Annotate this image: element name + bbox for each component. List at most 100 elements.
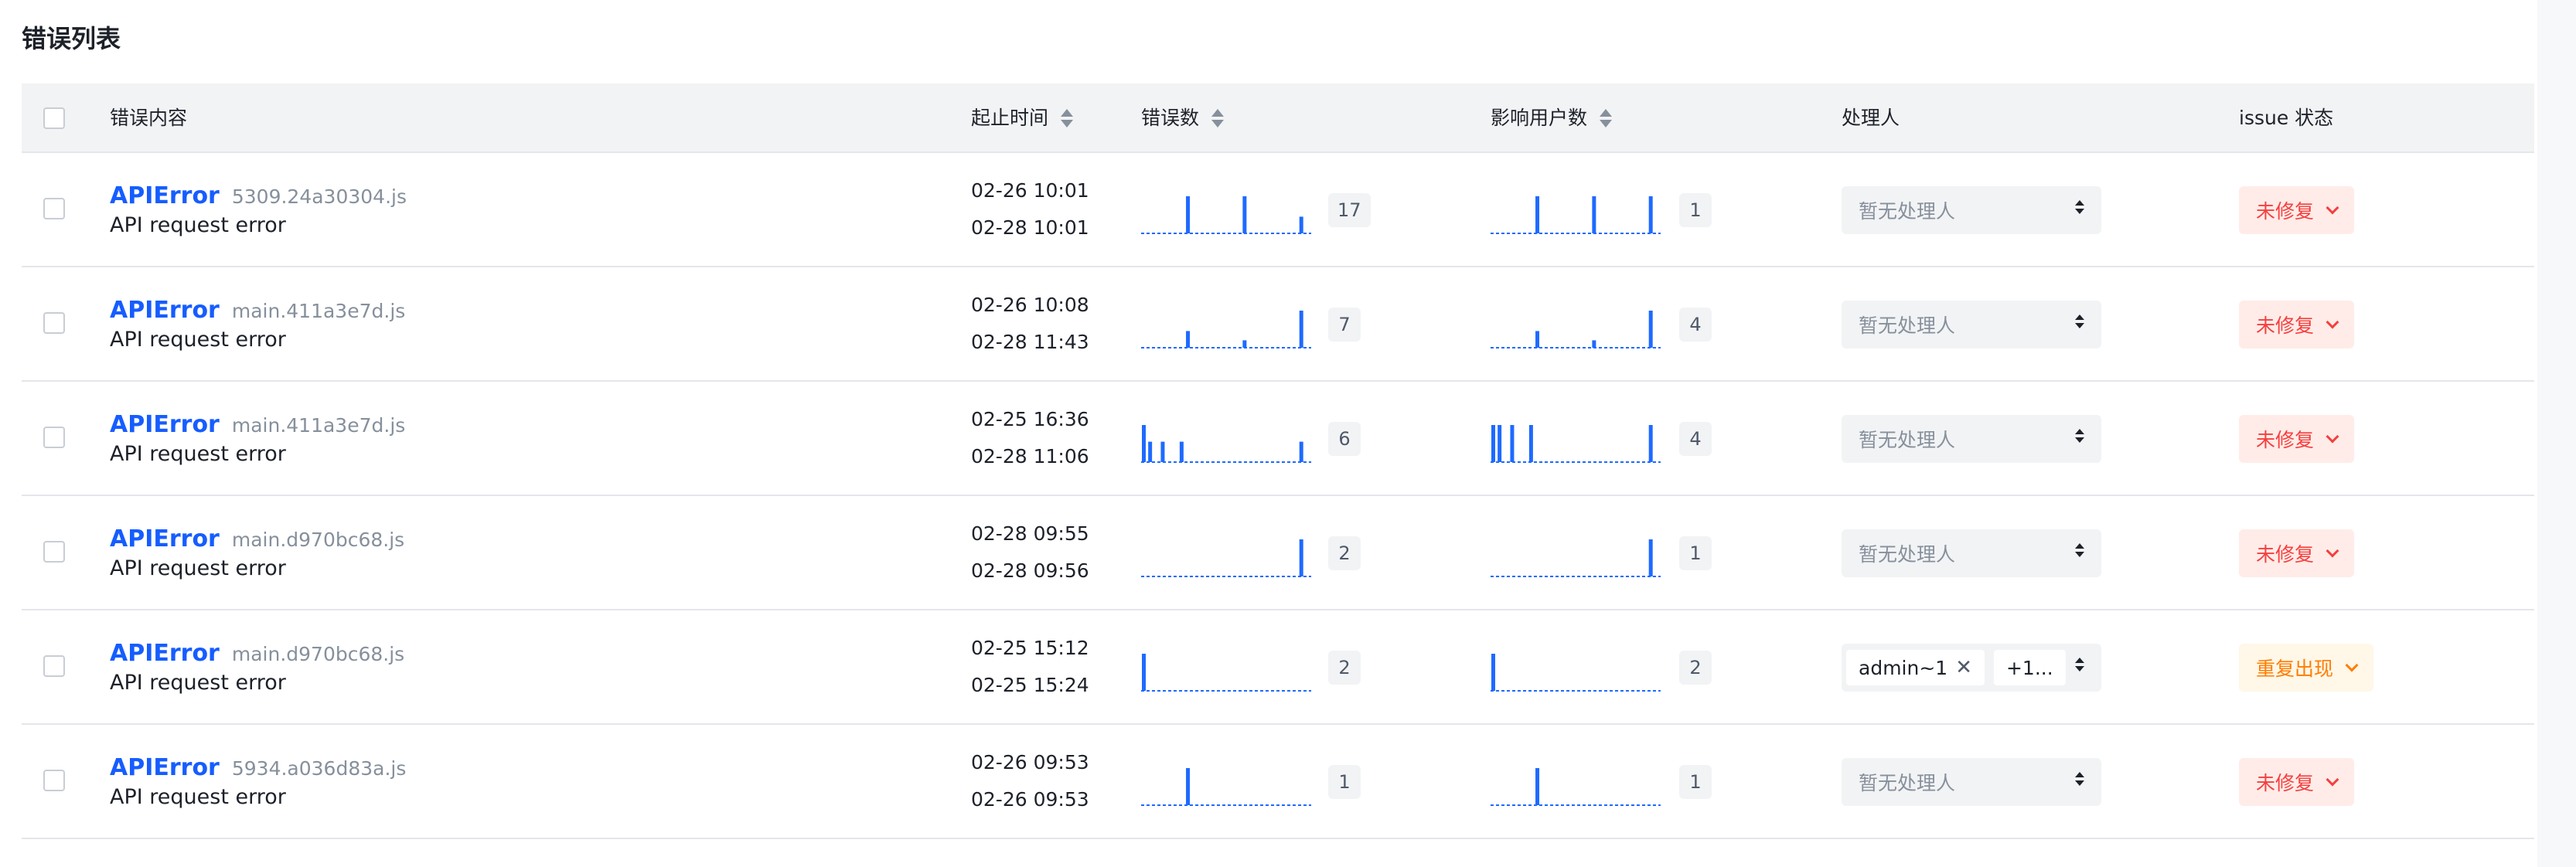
sparkline-bar (1186, 196, 1191, 233)
chevron-down-icon (2326, 773, 2339, 787)
row-checkbox[interactable] (43, 427, 65, 448)
sparkline-bar (1160, 441, 1165, 462)
error-count-badge: 2 (1328, 651, 1361, 685)
assignee-placeholder: 暂无处理人 (1859, 314, 1956, 337)
affected-users-badge: 2 (1679, 651, 1712, 685)
sparkline-bar (1528, 425, 1533, 462)
error-file: main.d970bc68.js (231, 529, 405, 551)
assignee-placeholder: 暂无处理人 (1859, 429, 1956, 451)
row-checkbox[interactable] (43, 541, 65, 563)
column-error-count[interactable]: 错误数 (1141, 83, 1225, 153)
assignee-select[interactable]: 暂无处理人 (1842, 186, 2101, 234)
assignee-placeholder: 暂无处理人 (1859, 200, 1956, 223)
row-checkbox[interactable] (43, 655, 65, 677)
page-scrollbar[interactable] (2537, 0, 2576, 867)
sort-icon[interactable] (1061, 109, 1074, 128)
remove-tag-icon[interactable]: ✕ (1955, 656, 1972, 679)
error-count-sparkline (1141, 196, 1311, 234)
select-arrows-icon (2075, 429, 2084, 443)
table-row[interactable]: APIError main.d970bc68.js API request er… (22, 610, 2534, 725)
affected-users-sparkline (1491, 654, 1661, 692)
start-time: 02-26 10:08 (971, 294, 1089, 316)
issue-status-select[interactable]: 未修复 (2239, 415, 2355, 463)
error-message: API request error (110, 556, 286, 580)
table-row[interactable]: APIError 5309.24a30304.js API request er… (22, 153, 2534, 267)
assignee-select[interactable]: 暂无处理人 (1842, 301, 2101, 348)
table-row[interactable]: APIError 5934.a036d83a.js API request er… (22, 725, 2534, 839)
assignee-placeholder: 暂无处理人 (1859, 772, 1956, 794)
affected-users-badge: 1 (1679, 765, 1712, 799)
issue-status-select[interactable]: 未修复 (2239, 186, 2355, 234)
error-type-link[interactable]: APIError (110, 754, 220, 781)
assignee-tag[interactable]: admin~1 ✕ (1846, 650, 1985, 685)
start-time: 02-28 09:55 (971, 522, 1089, 545)
sort-icon[interactable] (1211, 109, 1225, 128)
assignee-select[interactable]: 暂无处理人 (1842, 758, 2101, 806)
sparkline-bar (1148, 441, 1153, 462)
affected-users-badge: 1 (1679, 193, 1712, 227)
table-row[interactable]: APIError main.411a3e7d.js API request er… (22, 382, 2534, 496)
sparkline-bar (1299, 311, 1303, 348)
row-checkbox[interactable] (43, 312, 65, 334)
sparkline-bar (1498, 425, 1502, 462)
select-arrows-icon (2075, 543, 2084, 557)
sparkline-bar (1299, 539, 1303, 576)
sparkline-bar (1142, 425, 1146, 462)
chevron-down-icon (2326, 544, 2339, 558)
sparkline-bar (1491, 654, 1495, 691)
sparkline-bar (1186, 768, 1191, 805)
sort-icon[interactable] (1600, 109, 1613, 128)
page-title: 错误列表 (22, 24, 121, 53)
sparkline-bar (1179, 441, 1184, 462)
issue-status-label: 未修复 (2256, 314, 2315, 337)
affected-users-sparkline (1491, 425, 1661, 463)
issue-status-label: 未修复 (2256, 429, 2315, 451)
error-type-link[interactable]: APIError (110, 525, 220, 552)
error-type-link[interactable]: APIError (110, 297, 220, 324)
error-message: API request error (110, 671, 286, 695)
sparkline-bar (1242, 340, 1247, 348)
select-arrows-icon (2075, 772, 2084, 786)
row-checkbox[interactable] (43, 770, 65, 791)
column-affected-users[interactable]: 影响用户数 (1491, 83, 1613, 153)
select-all-checkbox[interactable] (43, 107, 65, 129)
issue-status-label: 未修复 (2256, 200, 2315, 223)
end-time: 02-28 09:56 (971, 559, 1089, 582)
assignee-select[interactable]: 暂无处理人 (1842, 529, 2101, 577)
sparkline-bar (1510, 425, 1515, 462)
error-count-badge: 7 (1328, 308, 1361, 342)
assignee-tag[interactable]: +1... (1993, 650, 2066, 685)
select-arrows-icon (2075, 200, 2084, 214)
issue-status-select[interactable]: 未修复 (2239, 301, 2355, 348)
error-count-badge: 17 (1328, 193, 1371, 227)
chevron-down-icon (2345, 658, 2359, 672)
issue-status-select[interactable]: 重复出现 (2239, 644, 2374, 692)
sparkline-bar (1535, 768, 1540, 805)
error-file: 5934.a036d83a.js (231, 757, 407, 780)
error-type-link[interactable]: APIError (110, 182, 220, 209)
error-count-sparkline (1141, 654, 1311, 692)
end-time: 02-28 10:01 (971, 216, 1089, 239)
column-start-end-time[interactable]: 起止时间 (971, 83, 1074, 153)
chevron-down-icon (2326, 430, 2339, 444)
assignee-select[interactable]: admin~1 ✕ +1... (1842, 644, 2101, 692)
start-time: 02-25 16:36 (971, 408, 1089, 430)
error-type-link[interactable]: APIError (110, 411, 220, 438)
table-row[interactable]: APIError main.d970bc68.js API request er… (22, 496, 2534, 610)
error-table: 错误内容 起止时间 错误数 影响用户数 处理人 issue 状态 APIErro… (22, 83, 2534, 839)
issue-status-select[interactable]: 未修复 (2239, 529, 2355, 577)
error-type-link[interactable]: APIError (110, 640, 220, 667)
select-arrows-icon (2075, 314, 2084, 328)
start-time: 02-26 10:01 (971, 179, 1089, 202)
assignee-select[interactable]: 暂无处理人 (1842, 415, 2101, 463)
error-message: API request error (110, 442, 286, 466)
start-time: 02-25 15:12 (971, 637, 1089, 659)
table-row[interactable]: APIError main.411a3e7d.js API request er… (22, 267, 2534, 382)
affected-users-sparkline (1491, 311, 1661, 348)
end-time: 02-28 11:43 (971, 331, 1089, 353)
table-header: 错误内容 起止时间 错误数 影响用户数 处理人 issue 状态 (22, 83, 2534, 153)
sparkline-bar (1648, 311, 1653, 348)
row-checkbox[interactable] (43, 198, 65, 219)
end-time: 02-25 15:24 (971, 674, 1089, 696)
issue-status-select[interactable]: 未修复 (2239, 758, 2355, 806)
